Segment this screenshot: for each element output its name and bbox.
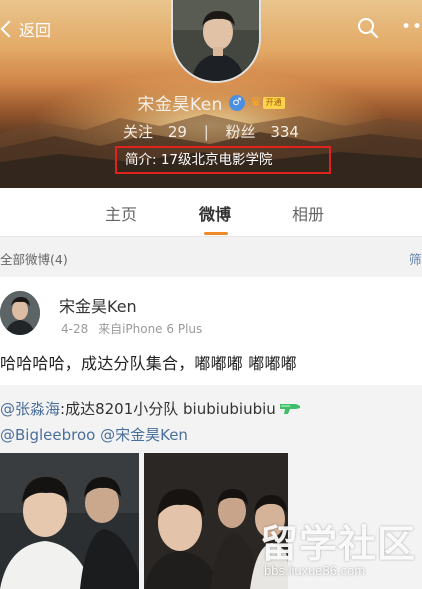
profile-name: 宋金昊Ken xyxy=(137,95,223,115)
tab-weibo[interactable]: 微博 xyxy=(199,201,231,225)
tab-home[interactable]: 主页 xyxy=(105,201,137,225)
gender-male-icon: ♂ xyxy=(228,94,245,111)
vip-crown-icon: ♛ xyxy=(249,95,262,110)
follow-stat[interactable]: 关注 29 xyxy=(123,121,187,142)
mention-bigleebroo[interactable]: @Bigleebroo xyxy=(0,426,95,444)
mention-songjinhao[interactable]: @宋金昊Ken xyxy=(100,426,188,444)
active-tab-indicator xyxy=(204,232,228,235)
mention-zhang[interactable]: @张淼海 xyxy=(0,400,60,418)
post-author-avatar[interactable] xyxy=(0,291,40,335)
repost-text: :成达8201小分队 biubiubiubiu xyxy=(60,400,276,418)
post-text: 哈哈哈哈，成达分队集合，嘟嘟嘟 嘟嘟嘟 xyxy=(0,354,297,373)
back-chevron-icon xyxy=(0,20,18,38)
watermark-text: 留学社区 xyxy=(260,522,417,566)
profile-stats: 关注 29 | 粉丝 334 xyxy=(0,121,422,143)
post-source: 来自iPhone 6 Plus xyxy=(98,322,203,336)
follow-label: 关注 xyxy=(123,123,154,141)
fans-stat[interactable]: 粉丝 334 xyxy=(226,121,299,142)
vip-label: 开通 xyxy=(262,96,285,109)
post-author-name[interactable]: 宋金昊Ken xyxy=(59,293,137,317)
post-date: 4-28 xyxy=(61,322,89,336)
site-watermark: 留学社区 bbs.liuxue86.com xyxy=(250,505,422,589)
stats-separator: | xyxy=(203,123,209,141)
tab-album[interactable]: 相册 xyxy=(292,201,324,225)
group-photo-1 xyxy=(0,453,139,589)
back-label: 返回 xyxy=(19,21,52,40)
watermark-url: bbs.liuxue86.com xyxy=(264,563,366,578)
post-photo-1[interactable] xyxy=(0,453,139,589)
more-icon[interactable]: ••• xyxy=(401,17,422,41)
post-avatar-photo xyxy=(0,291,40,335)
fans-label: 粉丝 xyxy=(225,123,256,141)
vip-badge[interactable]: ♛ 开通 xyxy=(250,95,285,110)
post-meta: 4-28 来自iPhone 6 Plus xyxy=(61,320,202,337)
fans-count: 334 xyxy=(270,123,299,141)
filter-bar: 全部微博(4) 筛 xyxy=(0,237,422,277)
profile-intro: 简介: 17级北京电影学院 xyxy=(115,146,331,174)
back-button[interactable]: 返回 xyxy=(0,16,51,42)
follow-count: 29 xyxy=(167,123,187,141)
repost-line-2: @Bigleebroo @宋金昊Ken xyxy=(0,424,188,445)
filter-button[interactable]: 筛 xyxy=(409,249,422,268)
all-weibo-count: 全部微博(4) xyxy=(0,252,68,267)
profile-name-row: 宋金昊Ken ♂ ♛ 开通 xyxy=(0,90,422,115)
water-gun-emoji-icon xyxy=(279,404,300,414)
search-icon[interactable] xyxy=(356,16,380,40)
profile-tabs: 主页 微博 相册 xyxy=(0,188,422,237)
repost-line-1: @张淼海:成达8201小分队 biubiubiubiu xyxy=(0,398,302,419)
